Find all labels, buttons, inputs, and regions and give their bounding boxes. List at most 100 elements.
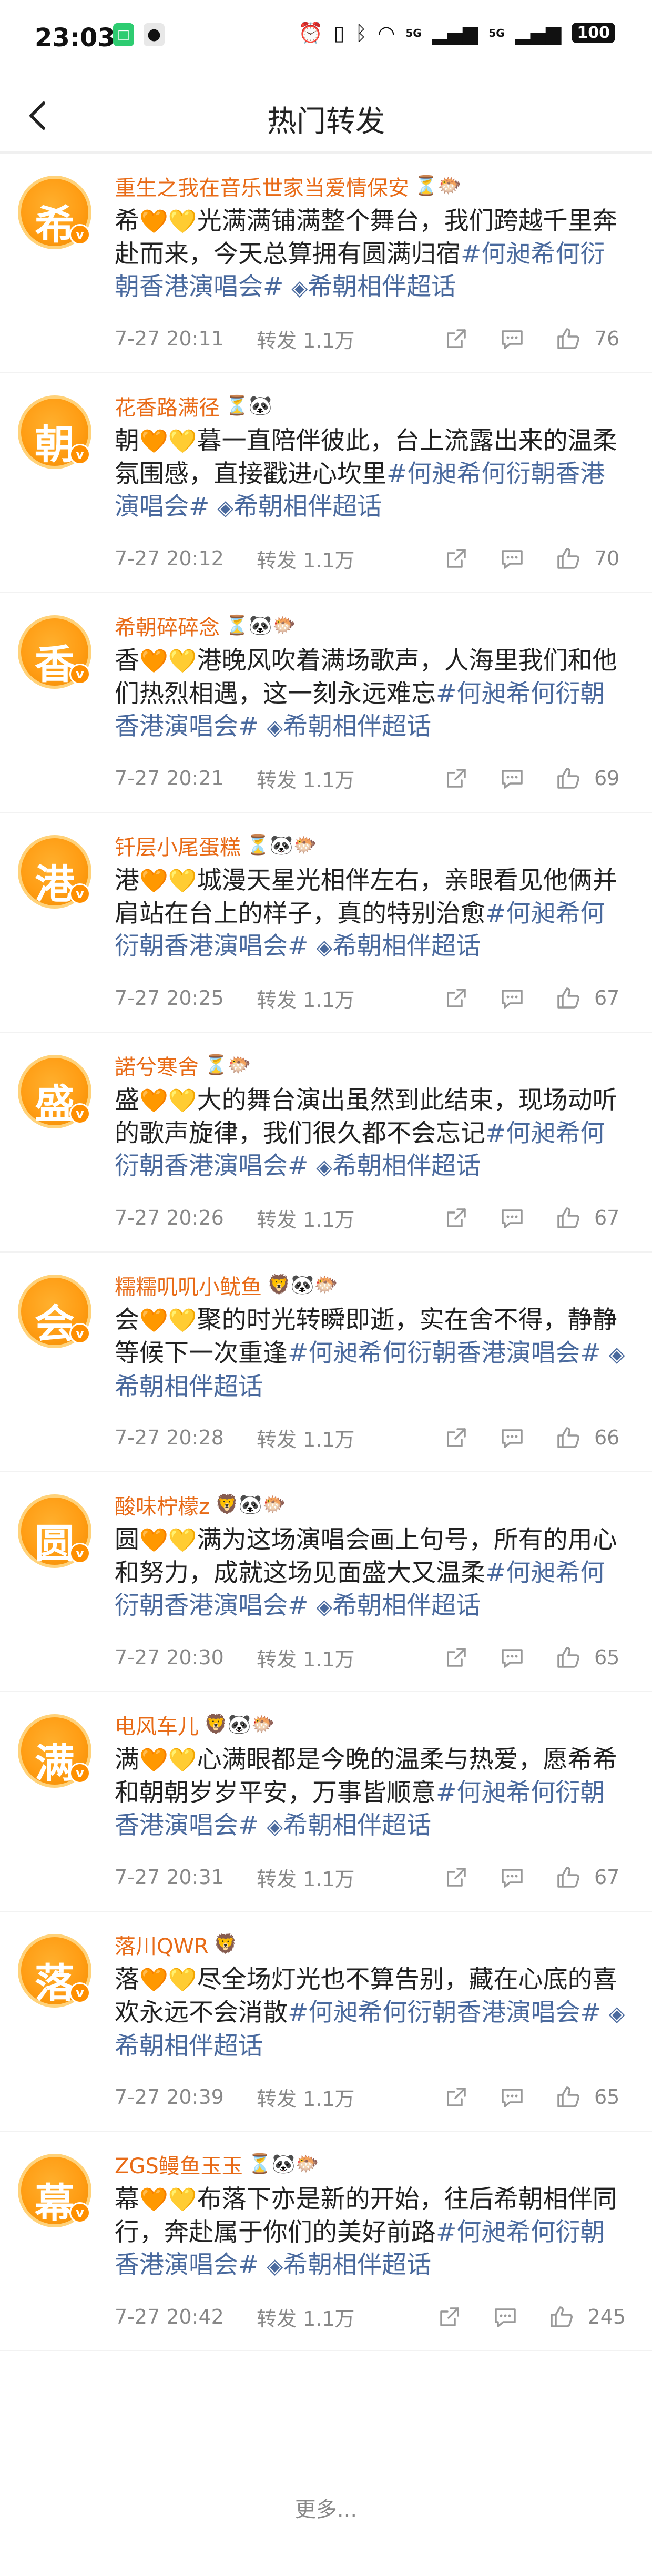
lead-char: 幕 (115, 2185, 139, 2214)
avatar[interactable]: 希 v (18, 176, 91, 249)
username[interactable]: 酸味柠檬z (115, 1490, 210, 1520)
avatar[interactable]: 幕 v (18, 2154, 91, 2227)
username[interactable]: 希朝碎碎念 (115, 610, 220, 641)
avatar[interactable]: 落 v (18, 1934, 91, 2008)
timestamp: 7-27 20:39 (115, 2085, 224, 2109)
supertopic-link[interactable]: 希朝相伴超话 (332, 932, 481, 961)
supertopic-link[interactable]: 希朝相伴超话 (283, 2251, 431, 2279)
diamond-icon: ◈ (316, 1595, 333, 1619)
repost-item[interactable]: 朝 v 花香路满径 ⏳🐼 朝🧡💛暮一直陪伴彼此，台上流露出来的温柔氛围感，直接戳… (0, 373, 652, 593)
user-badges: ⏳🐼 (225, 395, 272, 416)
username[interactable]: 重生之我在音乐世家当爱情保安 (115, 171, 409, 201)
comment-icon[interactable] (497, 763, 527, 793)
username[interactable]: 糯糯叽叽小鱿鱼 (115, 1270, 262, 1300)
repost-content: 糯糯叽叽小鱿鱼 🦁🐼🐡 会🧡💛聚的时光转瞬即逝，实在舍不得，静静等候下一次重逢#… (115, 1268, 626, 1403)
like-button[interactable]: 66 (553, 1423, 626, 1452)
supertopic-link[interactable]: 希朝相伴超话 (115, 1372, 263, 1401)
notification-icons: ◻ ● (113, 23, 165, 46)
username[interactable]: 钎层小尾蛋糕 (115, 830, 241, 861)
repost-item[interactable]: 盛 v 諾兮寒舍 ⏳🐡 盛🧡💛大的舞台演出虽然到此结束，现场动听的歌声旋律，我们… (0, 1033, 652, 1253)
timestamp: 7-27 20:31 (115, 1866, 224, 1889)
heart-emoji-icon: 🧡💛 (139, 1967, 197, 1993)
verified-badge-icon: v (69, 1103, 90, 1124)
lead-char: 盛 (115, 1086, 139, 1115)
user-badges: ⏳🐼🐡 (225, 615, 296, 636)
diamond-icon: ◈ (291, 276, 308, 300)
supertopic-link[interactable]: 希朝相伴超话 (332, 1152, 481, 1180)
comment-icon[interactable] (497, 983, 527, 1013)
share-icon[interactable] (442, 1423, 471, 1452)
repost-item[interactable]: 香 v 希朝碎碎念 ⏳🐼🐡 香🧡💛港晚风吹着满场歌声，人海里我们和他们热烈相遇，… (0, 593, 652, 813)
share-icon[interactable] (442, 763, 471, 793)
share-icon[interactable] (435, 2302, 464, 2331)
topic-link[interactable]: #何昶希何衍朝香港演唱会# (288, 1998, 601, 2027)
like-button[interactable]: 70 (553, 544, 626, 573)
avatar[interactable]: 圆 v (18, 1494, 91, 1568)
repost-item[interactable]: 圆 v 酸味柠檬z 🦁🐼🐡 圆🧡💛满为这场演唱会画上句号，所有的用心和努力，成就… (0, 1472, 652, 1692)
user-badges: ⏳🐡 (414, 175, 462, 197)
repost-item[interactable]: 希 v 重生之我在音乐世家当爱情保安 ⏳🐡 希🧡💛光满满铺满整个舞台，我们跨越千… (0, 154, 652, 373)
comment-icon[interactable] (497, 544, 527, 573)
username[interactable]: ZGS鳗鱼玉玉 (115, 2149, 243, 2180)
repost-count: 转发 1.1万 (257, 1208, 355, 1231)
like-button[interactable]: 67 (553, 1203, 626, 1233)
repost-item[interactable]: 满 v 电风车儿 🦁🐼🐡 满🧡💛心满眼都是今晚的温柔与热爱，愿希希和朝朝岁岁平安… (0, 1692, 652, 1912)
like-button[interactable]: 245 (546, 2302, 626, 2331)
supertopic-link[interactable]: 希朝相伴超话 (332, 1591, 481, 1620)
penguin-app-icon: ● (144, 23, 165, 46)
comment-icon[interactable] (497, 2082, 527, 2112)
like-button[interactable]: 67 (553, 983, 626, 1013)
supertopic-link[interactable]: 希朝相伴超话 (283, 712, 431, 741)
heart-emoji-icon: 🧡💛 (139, 208, 197, 235)
timestamp: 7-27 20:25 (115, 986, 224, 1010)
share-icon[interactable] (442, 1862, 471, 1892)
repost-count: 转发 1.1万 (257, 988, 355, 1012)
avatar[interactable]: 满 v (18, 1714, 91, 1788)
share-icon[interactable] (442, 324, 471, 353)
like-button[interactable]: 69 (553, 763, 626, 793)
share-icon[interactable] (442, 1643, 471, 1672)
repost-meta: 7-27 20:31 转发 1.1万 67 (115, 1861, 626, 1893)
avatar[interactable]: 朝 v (18, 395, 91, 469)
supertopic-link[interactable]: 希朝相伴超话 (283, 1811, 431, 1840)
comment-icon[interactable] (497, 1203, 527, 1233)
supertopic-link[interactable]: 希朝相伴超话 (308, 272, 456, 301)
load-more-button[interactable]: 更多... (0, 2492, 652, 2523)
like-button[interactable]: 65 (553, 2082, 626, 2112)
avatar[interactable]: 盛 v (18, 1055, 91, 1128)
system-icons: ⏰ ▯ ᛒ ◠ 5G ▂▄▆ 5G ▂▄▆ 100 (298, 21, 615, 45)
username[interactable]: 花香路满径 (115, 391, 220, 421)
avatar[interactable]: 香 v (18, 615, 91, 689)
share-icon[interactable] (442, 544, 471, 573)
avatar[interactable]: 港 v (18, 835, 91, 909)
repost-text: 落🧡💛尽全场灯光也不算告别，藏在心底的喜欢永远不会消散#何昶希何衍朝香港演唱会#… (115, 1963, 626, 2063)
avatar[interactable]: 会 v (18, 1275, 91, 1348)
alarm-icon: ⏰ (298, 21, 323, 44)
username[interactable]: 落川QWR (115, 1929, 209, 1960)
supertopic-link[interactable]: 希朝相伴超话 (115, 2032, 263, 2061)
comment-icon[interactable] (497, 324, 527, 353)
verified-badge-icon: v (69, 2202, 90, 2223)
repost-item[interactable]: 会 v 糯糯叽叽小鱿鱼 🦁🐼🐡 会🧡💛聚的时光转瞬即逝，实在舍不得，静静等候下一… (0, 1253, 652, 1472)
comment-icon[interactable] (497, 1643, 527, 1672)
comment-icon[interactable] (491, 2302, 520, 2331)
repost-content: 諾兮寒舍 ⏳🐡 盛🧡💛大的舞台演出虽然到此结束，现场动听的歌声旋律，我们很久都不… (115, 1048, 626, 1184)
repost-item[interactable]: 落 v 落川QWR 🦁 落🧡💛尽全场灯光也不算告别，藏在心底的喜欢永远不会消散#… (0, 1912, 652, 2132)
username[interactable]: 电风车儿 (115, 1709, 199, 1740)
username[interactable]: 諾兮寒舍 (115, 1050, 199, 1081)
repost-item[interactable]: 幕 v ZGS鳗鱼玉玉 ⏳🐼🐡 幕🧡💛布落下亦是新的开始，往后希朝相伴同行，奔赴… (0, 2132, 652, 2351)
verified-badge-icon: v (69, 224, 90, 245)
comment-icon[interactable] (497, 1423, 527, 1452)
share-icon[interactable] (442, 2082, 471, 2112)
supertopic-link[interactable]: 希朝相伴超话 (233, 492, 382, 521)
repost-content: 落川QWR 🦁 落🧡💛尽全场灯光也不算告别，藏在心底的喜欢永远不会消散#何昶希何… (115, 1928, 626, 2063)
topic-link[interactable]: #何昶希何衍朝香港演唱会# (288, 1339, 601, 1368)
comment-icon[interactable] (497, 1862, 527, 1892)
like-button[interactable]: 67 (553, 1862, 626, 1892)
share-icon[interactable] (442, 1203, 471, 1233)
share-icon[interactable] (442, 983, 471, 1013)
repost-item[interactable]: 港 v 钎层小尾蛋糕 ⏳🐼🐡 港🧡💛城漫天星光相伴左右，亲眼看见他俩并肩站在台上… (0, 813, 652, 1033)
heart-emoji-icon: 🧡💛 (139, 2186, 197, 2213)
like-button[interactable]: 76 (553, 324, 626, 353)
like-button[interactable]: 65 (553, 1643, 626, 1672)
